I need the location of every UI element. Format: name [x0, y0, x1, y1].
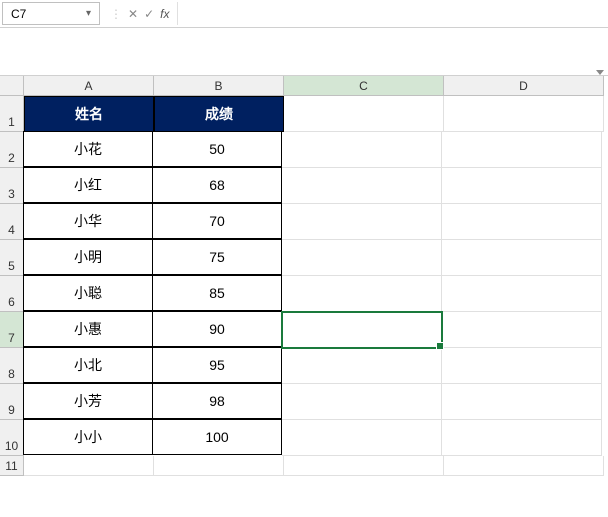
cell-C11[interactable]	[284, 456, 444, 476]
cell-C5[interactable]	[282, 240, 442, 276]
row-header-6[interactable]: 6	[0, 276, 24, 312]
column-header-C[interactable]: C	[284, 76, 444, 96]
cell-D1[interactable]	[444, 96, 604, 132]
row-header-4[interactable]: 4	[0, 204, 24, 240]
select-all-corner[interactable]	[0, 76, 24, 96]
formula-controls: ⋮ ✕ ✓ fx	[102, 2, 178, 25]
cell-A11[interactable]	[24, 456, 154, 476]
cell-A6[interactable]: 小聪	[23, 275, 153, 311]
cell-A7[interactable]: 小惠	[23, 311, 153, 347]
cancel-icon[interactable]: ✕	[128, 7, 138, 21]
cell-D10[interactable]	[442, 420, 602, 456]
chevron-down-icon[interactable]: ▾	[86, 8, 91, 19]
row-header-5[interactable]: 5	[0, 240, 24, 276]
cell-D11[interactable]	[444, 456, 604, 476]
column-header-A[interactable]: A	[24, 76, 154, 96]
cell-B10[interactable]: 100	[152, 419, 282, 455]
formula-expand-area	[0, 28, 608, 76]
separator-icon: ⋮	[110, 7, 122, 21]
cell-A8[interactable]: 小北	[23, 347, 153, 383]
column-header-B[interactable]: B	[154, 76, 284, 96]
cell-D5[interactable]	[442, 240, 602, 276]
cell-C3[interactable]	[282, 168, 442, 204]
confirm-icon[interactable]: ✓	[144, 7, 154, 21]
row-header-9[interactable]: 9	[0, 384, 24, 420]
cell-B2[interactable]: 50	[152, 131, 282, 167]
cell-B7[interactable]: 90	[152, 311, 282, 347]
row-header-11[interactable]: 11	[0, 456, 24, 476]
cell-A5[interactable]: 小明	[23, 239, 153, 275]
cell-A10[interactable]: 小小	[23, 419, 153, 455]
row-header-10[interactable]: 10	[0, 420, 24, 456]
cell-B5[interactable]: 75	[152, 239, 282, 275]
cell-B9[interactable]: 98	[152, 383, 282, 419]
row-header-1[interactable]: 1	[0, 96, 24, 132]
cell-A4[interactable]: 小华	[23, 203, 153, 239]
cell-C4[interactable]	[282, 204, 442, 240]
name-box-value: C7	[11, 7, 26, 21]
cell-C1[interactable]	[284, 96, 444, 132]
row-header-2[interactable]: 2	[0, 132, 24, 168]
cell-C10[interactable]	[282, 420, 442, 456]
row-header-7[interactable]: 7	[0, 312, 24, 348]
cell-D6[interactable]	[442, 276, 602, 312]
cell-B8[interactable]: 95	[152, 347, 282, 383]
cell-B3[interactable]: 68	[152, 167, 282, 203]
cell-C6[interactable]	[282, 276, 442, 312]
cell-A2[interactable]: 小花	[23, 131, 153, 167]
cell-D2[interactable]	[442, 132, 602, 168]
formula-input[interactable]	[180, 2, 606, 25]
cell-D3[interactable]	[442, 168, 602, 204]
cell-B4[interactable]: 70	[152, 203, 282, 239]
cell-B6[interactable]: 85	[152, 275, 282, 311]
cell-B11[interactable]	[154, 456, 284, 476]
cell-C7[interactable]	[282, 312, 442, 348]
column-header-D[interactable]: D	[444, 76, 604, 96]
cell-C8[interactable]	[282, 348, 442, 384]
cell-A3[interactable]: 小红	[23, 167, 153, 203]
cell-D7[interactable]	[442, 312, 602, 348]
row-header-8[interactable]: 8	[0, 348, 24, 384]
cell-B1[interactable]: 成绩	[154, 96, 284, 132]
fx-icon[interactable]: fx	[160, 7, 169, 21]
cell-D4[interactable]	[442, 204, 602, 240]
row-header-3[interactable]: 3	[0, 168, 24, 204]
cell-A9[interactable]: 小芳	[23, 383, 153, 419]
formula-bar: C7 ▾ ⋮ ✕ ✓ fx	[0, 0, 608, 28]
expand-handle-icon[interactable]	[596, 70, 604, 75]
name-box[interactable]: C7 ▾	[2, 2, 100, 25]
cell-D8[interactable]	[442, 348, 602, 384]
cell-C2[interactable]	[282, 132, 442, 168]
cell-A1[interactable]: 姓名	[24, 96, 154, 132]
cell-D9[interactable]	[442, 384, 602, 420]
cell-C9[interactable]	[282, 384, 442, 420]
